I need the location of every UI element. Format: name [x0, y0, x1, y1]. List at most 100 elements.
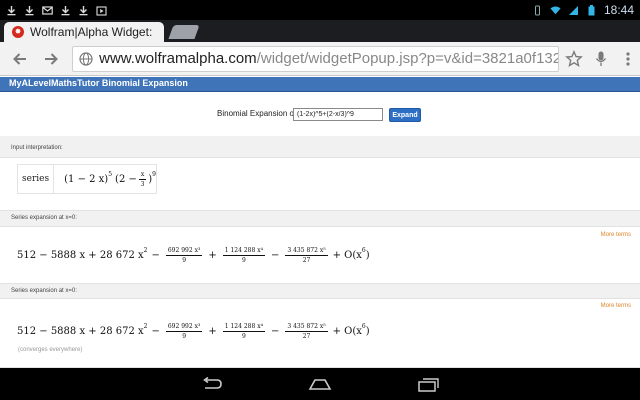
- operator: +: [208, 250, 217, 261]
- fraction-denominator: 27: [302, 257, 311, 264]
- mail-icon: [42, 5, 53, 16]
- status-time: 18:44: [603, 3, 634, 17]
- microphone-icon[interactable]: [590, 47, 613, 71]
- recent-apps-icon[interactable]: [414, 374, 444, 394]
- series-tail-close: ): [365, 326, 370, 337]
- pod-body: More terms 512 − 5888 x + 28 672 x2 − 69…: [0, 298, 640, 368]
- fraction-denominator: 9: [241, 257, 246, 264]
- series-fraction: 1 124 288 x⁴ 9: [222, 322, 265, 341]
- play-store-icon: [96, 5, 107, 16]
- series-tail: + O(x: [332, 250, 362, 261]
- series-expression: 512 − 5888 x + 28 672 x2 − 692 992 x³ 9 +…: [17, 322, 370, 341]
- series-exponent: 2: [143, 323, 148, 330]
- expr-part: (2 −: [115, 173, 137, 185]
- vibrate-icon: [532, 5, 543, 16]
- fraction-numerator: x: [138, 170, 147, 180]
- fraction-denominator: 9: [182, 257, 187, 264]
- interpretation-label: series: [18, 165, 55, 193]
- operator: +: [208, 326, 217, 337]
- expansion-label: Binomial Expansion of: [217, 109, 297, 118]
- android-nav-bar: [0, 368, 640, 400]
- interpretation-table: series (1 − 2 x) 5 (2 − x3 ) 9: [17, 164, 157, 194]
- overflow-menu-icon[interactable]: [617, 47, 640, 71]
- screen: 18:44 ✸ Wolfram|Alpha Widget: www.wolfra…: [0, 0, 640, 400]
- fraction-numerator: 1 124 288 x⁴: [222, 323, 265, 332]
- fraction-numerator: 692 992 x³: [165, 323, 203, 332]
- interpretation-expression: (1 − 2 x) 5 (2 − x3 ) 9: [54, 165, 156, 193]
- fraction-numerator: 3 435 872 x⁵: [285, 247, 328, 256]
- fraction-numerator: 3 435 872 x⁵: [285, 323, 328, 332]
- status-bar: 18:44: [0, 0, 640, 20]
- operator: −: [271, 326, 280, 337]
- expr-exponent: 5: [108, 170, 113, 178]
- battery-icon: [586, 4, 597, 16]
- operator: −: [151, 250, 160, 261]
- globe-icon: [79, 51, 93, 66]
- pod-title: Series expansion at x=0:: [11, 288, 77, 294]
- fraction-numerator: 692 992 x³: [165, 247, 203, 256]
- fraction-denominator: 27: [302, 333, 311, 340]
- series-tail-close: ): [365, 250, 370, 261]
- series-fraction: 1 124 288 x⁴ 9: [222, 246, 265, 265]
- back-icon[interactable]: [197, 374, 227, 394]
- expr-fraction: x3: [138, 170, 147, 189]
- series-fraction: 692 992 x³ 9: [165, 322, 203, 341]
- url-bar[interactable]: www.wolframalpha.com/widget/widgetPopup.…: [72, 45, 559, 72]
- pod-input-interpretation: Input interpretation: series (1 − 2 x) 5 …: [0, 136, 640, 212]
- home-icon[interactable]: [305, 374, 335, 394]
- bookmark-star-icon[interactable]: [563, 47, 586, 71]
- widget-title: MyALevelMathsTutor Binomial Expansion: [9, 78, 188, 88]
- notification-area: [6, 5, 107, 16]
- more-terms-link[interactable]: More terms: [601, 232, 631, 238]
- pod-title: Series expansion at x=0:: [11, 215, 77, 221]
- url-domain: www.wolframalpha.com: [99, 50, 257, 67]
- expr-exponent: 9: [152, 170, 156, 178]
- series-fraction: 692 992 x³ 9: [165, 246, 203, 265]
- download-icon: [6, 5, 17, 16]
- pod-title: Input interpretation:: [11, 145, 63, 151]
- expand-button[interactable]: Expand: [389, 108, 421, 122]
- more-terms-link[interactable]: More terms: [601, 303, 631, 309]
- wolfram-favicon-icon: ✸: [12, 26, 24, 38]
- series-term: 512 − 5888 x + 28 672 x: [17, 250, 144, 261]
- series-expression: 512 − 5888 x + 28 672 x2 − 692 992 x³ 9 +…: [17, 246, 370, 265]
- tab-wolframalpha-widget[interactable]: ✸ Wolfram|Alpha Widget:: [4, 22, 164, 42]
- widget-form: Binomial Expansion of Expand: [0, 92, 640, 136]
- result-pods: Input interpretation: series (1 − 2 x) 5 …: [0, 136, 640, 368]
- pod-series-expansion: Series expansion at x=0: More terms 512 …: [0, 212, 640, 284]
- series-exponent: 6: [361, 247, 366, 254]
- cell-signal-icon: [568, 5, 579, 16]
- download-icon: [60, 5, 71, 16]
- download-icon: [24, 5, 35, 16]
- pod-body: More terms 512 − 5888 x + 28 672 x2 − 69…: [0, 226, 640, 284]
- series-term: 512 − 5888 x + 28 672 x: [17, 326, 144, 337]
- browser-toolbar: www.wolframalpha.com/widget/widgetPopup.…: [0, 42, 640, 76]
- operator: −: [271, 250, 280, 261]
- download-icon: [78, 5, 89, 16]
- expr-part: (1 − 2 x): [64, 173, 109, 185]
- url-path: /widget/widgetPopup.jsp?p=v&id=3821a0f13…: [256, 50, 559, 67]
- fraction-numerator: 1 124 288 x⁴: [222, 247, 265, 256]
- operator: −: [151, 326, 160, 337]
- tab-title: Wolfram|Alpha Widget:: [30, 25, 153, 39]
- fraction-denominator: 9: [241, 333, 246, 340]
- fraction-denominator: 3: [140, 180, 145, 188]
- fraction-denominator: 9: [182, 333, 187, 340]
- series-exponent: 2: [143, 247, 148, 254]
- forward-arrow-icon[interactable]: [39, 47, 62, 71]
- pod-body: series (1 − 2 x) 5 (2 − x3 ) 9: [0, 157, 640, 211]
- wifi-icon: [550, 5, 561, 16]
- pod-series-expansion: Series expansion at x=0: More terms 512 …: [0, 284, 640, 368]
- series-fraction: 3 435 872 x⁵ 27: [285, 246, 328, 265]
- system-status-area: 18:44: [532, 3, 634, 17]
- widget-header: MyALevelMathsTutor Binomial Expansion: [0, 77, 640, 92]
- back-arrow-icon[interactable]: [8, 47, 31, 71]
- url-text: www.wolframalpha.com/widget/widgetPopup.…: [99, 50, 559, 67]
- browser-tab-strip: ✸ Wolfram|Alpha Widget:: [0, 20, 640, 42]
- series-tail: + O(x: [332, 326, 362, 337]
- series-fraction: 3 435 872 x⁵ 27: [285, 322, 328, 341]
- new-tab-button[interactable]: [168, 25, 200, 39]
- series-exponent: 6: [361, 323, 366, 330]
- convergence-note: (converges everywhere): [18, 347, 83, 353]
- expression-input[interactable]: [293, 108, 383, 121]
